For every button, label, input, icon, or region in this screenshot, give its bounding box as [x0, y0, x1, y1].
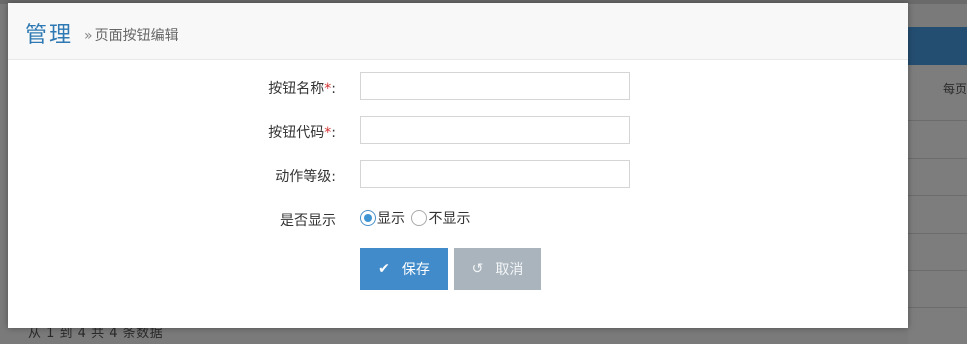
per-page-label: 每页	[943, 82, 967, 96]
table-row-divider	[908, 233, 967, 234]
undo-icon: ↺	[471, 261, 484, 277]
table-row-divider	[908, 270, 967, 271]
modal-header: 管理 » 页面按钮编辑	[8, 3, 908, 60]
display-radio-show[interactable]: 显示	[360, 208, 405, 228]
display-label: 是否显示	[280, 213, 336, 229]
action-level-label: 动作等级:	[275, 169, 336, 185]
radio-label-show: 显示	[377, 211, 405, 227]
action-level-input[interactable]	[360, 160, 630, 188]
button-name-label: 按钮名称*:	[268, 81, 336, 97]
form-row-button-name: 按钮名称*:	[8, 72, 908, 102]
button-name-input[interactable]	[360, 72, 630, 100]
display-radio-group: 显示 不显示	[360, 208, 472, 230]
radio-label-hide: 不显示	[428, 211, 471, 227]
button-code-input[interactable]	[360, 116, 630, 144]
table-row-divider	[908, 195, 967, 196]
modal-subtitle: » 页面按钮编辑	[84, 25, 179, 45]
cancel-button-label: 取消	[495, 262, 524, 278]
radio-checked-icon[interactable]	[360, 210, 376, 226]
button-code-label: 按钮代码*:	[268, 125, 336, 141]
check-icon: ✔	[378, 261, 390, 277]
edit-button-modal: 管理 » 页面按钮编辑 按钮名称*: 按钮代码*: 动作等级: 是否显示 显示 不…	[8, 3, 908, 328]
table-row-divider	[908, 120, 967, 121]
modal-title: 管理	[25, 23, 74, 48]
display-radio-hide[interactable]: 不显示	[411, 208, 470, 228]
form-row-display: 是否显示 显示 不显示	[8, 204, 908, 234]
radio-unchecked-icon[interactable]	[411, 210, 428, 226]
breadcrumb-separator: »	[84, 28, 93, 44]
table-row-divider	[908, 158, 967, 159]
table-area	[908, 65, 967, 344]
form-row-action-level: 动作等级:	[8, 160, 908, 190]
table-row-divider	[908, 307, 967, 308]
save-button[interactable]: ✔ 保存	[360, 248, 448, 290]
save-button-label: 保存	[401, 262, 430, 278]
table-header-bar	[908, 27, 967, 65]
cancel-button[interactable]: ↺ 取消	[454, 248, 541, 290]
form-row-button-code: 按钮代码*:	[8, 116, 908, 146]
modal-subtitle-text: 页面按钮编辑	[94, 28, 179, 44]
